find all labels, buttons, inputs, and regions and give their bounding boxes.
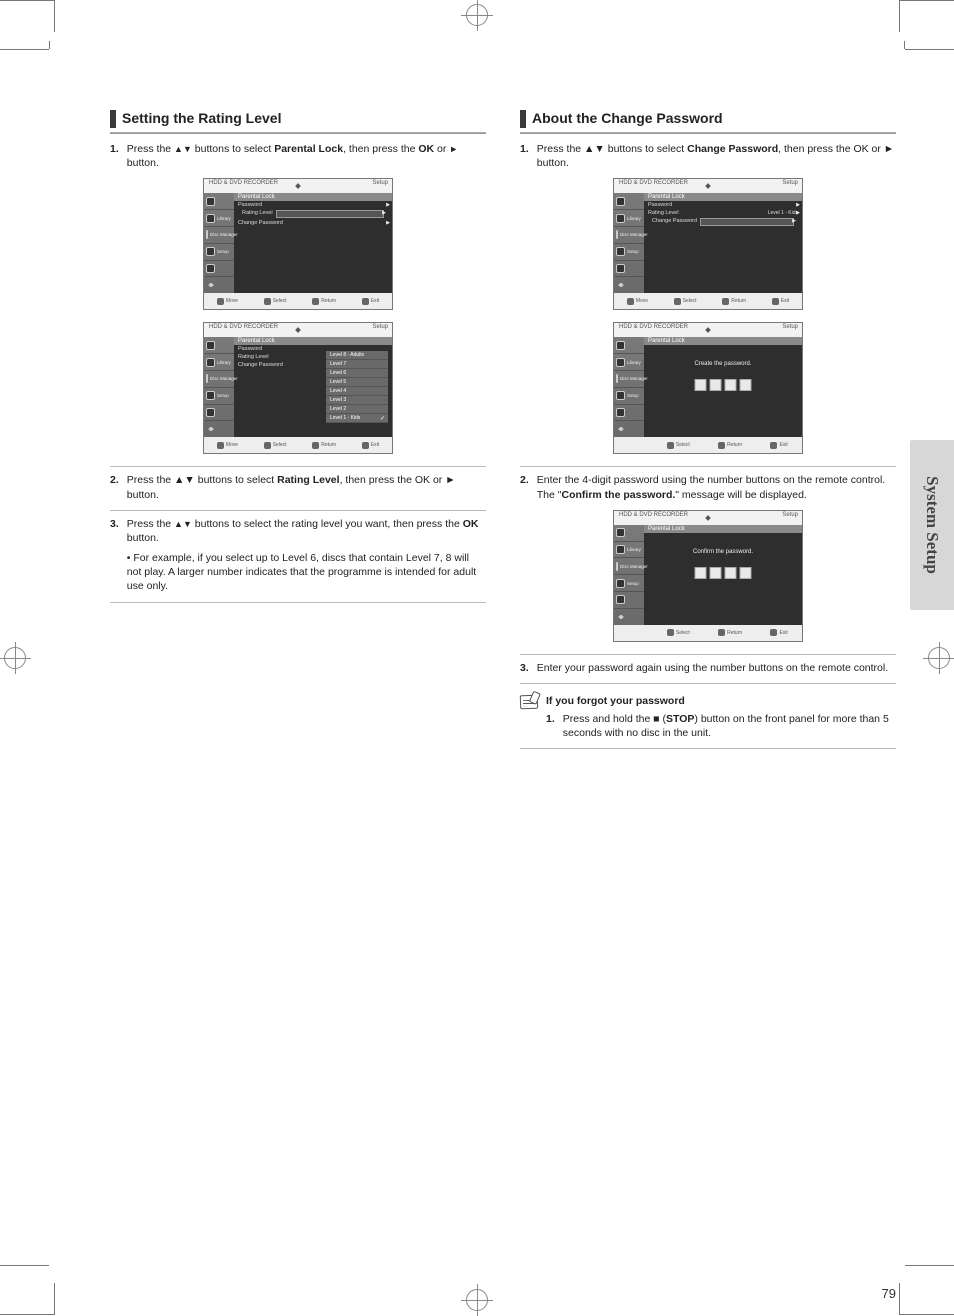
gear-icon <box>206 281 215 290</box>
crop-crosshair-left <box>4 647 26 669</box>
select-icon <box>264 298 271 305</box>
section-tab-label: System Setup <box>922 476 942 574</box>
gear-icon <box>206 425 215 434</box>
step-2: 2. Press the ▲▼ buttons to select Rating… <box>110 473 486 501</box>
page-number: 79 <box>882 1286 896 1301</box>
osd-screenshot-create-pw: HDD & DVD RECORDER Setup Library Disc Ma… <box>613 322 803 454</box>
section-tab: System Setup <box>910 440 954 610</box>
pw-dialog-label: Create the password. <box>694 361 751 367</box>
library-icon <box>206 358 215 367</box>
step-3: 3. Press the ▲▼ buttons to select the ra… <box>110 517 486 545</box>
return-icon <box>312 298 319 305</box>
osd-screenshot-parental: HDD & DVD RECORDER Setup Library Disc Ma… <box>203 178 393 310</box>
hdd-icon <box>206 341 215 350</box>
step-text: Press the ▲▼ buttons to select Parental … <box>127 142 486 170</box>
crop-crosshair-bottom <box>466 1289 488 1311</box>
setup-icon <box>206 408 215 417</box>
section-bar-icon <box>520 110 526 128</box>
hdd-icon <box>206 197 215 206</box>
right-column: About the Change Password 1. Press the ▲… <box>520 110 896 755</box>
gear-icon <box>616 281 625 290</box>
step-1r: 1. Press the ▲▼ buttons to select Change… <box>520 142 896 170</box>
ss-top-label: HDD & DVD RECORDER <box>209 180 278 186</box>
section-title: Setting the Rating Level <box>122 110 281 126</box>
gear-icon <box>616 612 625 621</box>
move-icon <box>217 298 224 305</box>
disc-icon <box>206 230 208 239</box>
osd-screenshot-levels: HDD & DVD RECORDER Setup Library Disc Ma… <box>203 322 393 454</box>
note-icon <box>520 695 538 710</box>
level-submenu: Level 8 - Adults Level 7 Level 6 Level 5… <box>326 351 388 423</box>
gear-icon <box>616 425 625 434</box>
forgot-password-note: If you forgot your password 1. Press and… <box>520 694 896 741</box>
programme-icon <box>206 247 215 256</box>
pw-input-boxes <box>695 567 752 579</box>
section-rule <box>110 132 486 134</box>
osd-screenshot-confirm-pw: HDD & DVD RECORDER Setup Library Disc Ma… <box>613 510 803 642</box>
section-bar-icon <box>110 110 116 128</box>
crop-crosshair-top <box>466 4 488 26</box>
programme-icon <box>206 391 215 400</box>
step-1: 1. Press the ▲▼ buttons to select Parent… <box>110 142 486 170</box>
ss-menu-title: Parental Lock <box>234 193 392 201</box>
section-title: About the Change Password <box>532 110 723 126</box>
step-2r: 2. Enter the 4-digit password using the … <box>520 473 896 501</box>
bullet-note: 3. • For example, if you select up to Le… <box>110 551 486 594</box>
ss-top-mode: Setup <box>372 180 388 186</box>
setup-icon <box>206 264 215 273</box>
section-head-password: About the Change Password <box>520 110 896 128</box>
crop-crosshair-right <box>928 647 950 669</box>
step-number: 1. <box>110 142 121 156</box>
pw-input-boxes <box>695 379 752 391</box>
left-column: Setting the Rating Level 1. Press the ▲▼… <box>110 110 486 755</box>
step-3r: 3. Enter your password again using the n… <box>520 661 896 675</box>
section-head-rating: Setting the Rating Level <box>110 110 486 128</box>
library-icon <box>206 214 215 223</box>
pw-dialog-label: Confirm the password. <box>693 549 753 555</box>
exit-icon <box>362 298 369 305</box>
disc-icon <box>206 374 208 383</box>
osd-screenshot-change-pw: HDD & DVD RECORDER Setup Library Disc Ma… <box>613 178 803 310</box>
